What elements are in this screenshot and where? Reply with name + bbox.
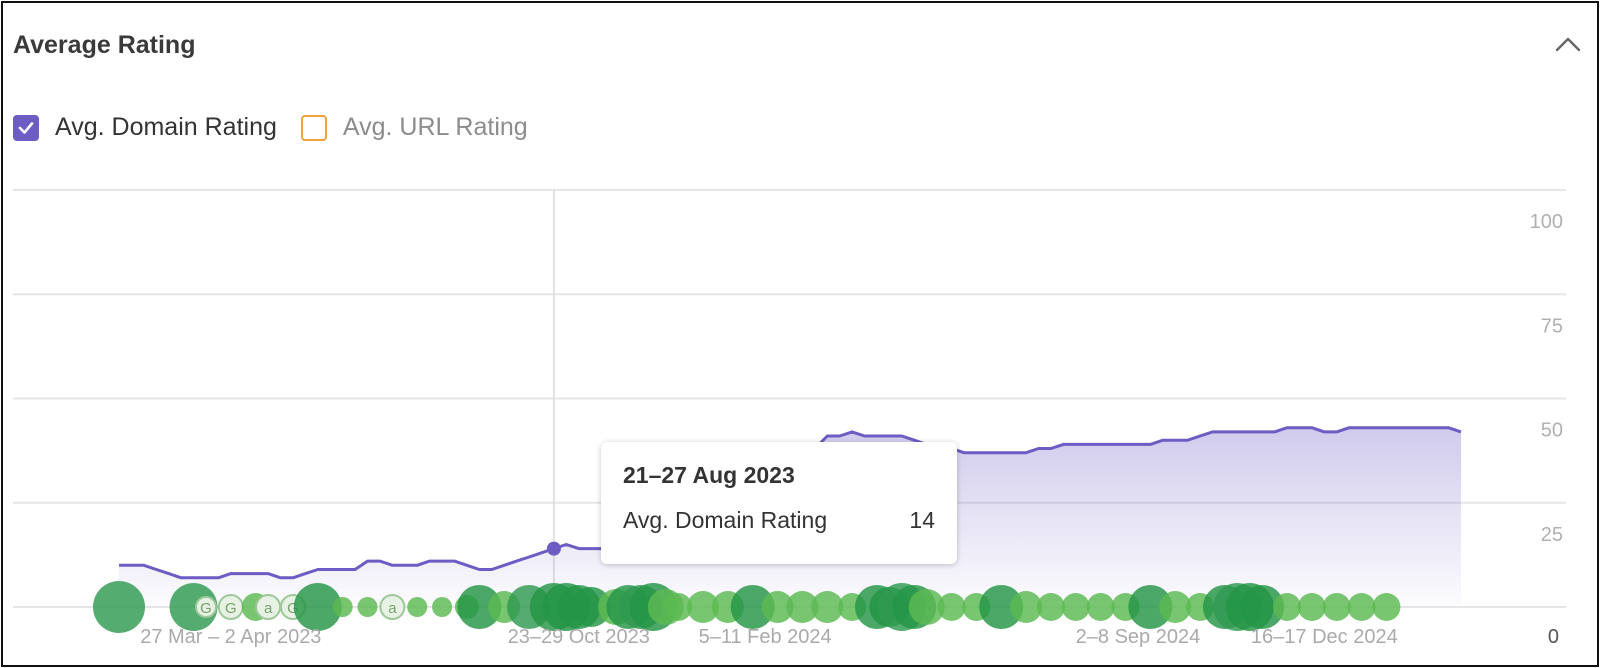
y-tick-label: 100 (1530, 211, 1563, 233)
y-tick-label: 25 (1541, 524, 1563, 546)
event-bubble (937, 593, 966, 621)
x-tick-label: 23–29 Oct 2023 (508, 626, 650, 648)
event-bubble (93, 581, 145, 633)
event-bubble (1347, 593, 1376, 621)
event-bubble (1061, 593, 1090, 621)
x-tick-label: 2–8 Sep 2024 (1076, 626, 1201, 648)
event-bubble (357, 597, 378, 617)
x-tick-label: 27 Mar – 2 Apr 2023 (140, 626, 321, 648)
rating-chart: 1007550250G Ga Ga27 Mar – 2 Apr 2023 23–29 … (13, 189, 1566, 648)
event-bubble (332, 597, 353, 617)
event-bubble (432, 597, 453, 617)
x-tick-label: 5–11 Feb 2024 (699, 626, 832, 648)
y-tick-label: 75 (1541, 315, 1563, 337)
event-bubble-mark: a (388, 600, 397, 617)
event-bubble (1036, 593, 1065, 621)
x-tick-label: 16–17 Dec 2024 (1251, 626, 1398, 648)
event-bubble-mark: G (200, 600, 212, 617)
tooltip-series-label: Avg. Domain Rating (623, 507, 828, 533)
highlight-point (546, 541, 561, 556)
event-bubble (407, 597, 428, 617)
event-bubble (1297, 593, 1326, 621)
y-tick-label: 0 (1548, 626, 1559, 648)
event-bubble (1372, 593, 1401, 621)
event-bubble (1322, 593, 1351, 621)
tooltip-series-value: 14 (909, 507, 935, 533)
event-bubble-mark: G (225, 600, 237, 617)
event-bubble-mark: a (264, 600, 273, 617)
chart-tooltip: 21–27 Aug 2023 Avg. Domain Rating 14 (601, 442, 957, 564)
event-bubble (1086, 593, 1115, 621)
tooltip-date: 21–27 Aug 2023 (623, 462, 795, 488)
average-rating-panel: Average Rating Avg. Domain Rating Avg. U… (1, 1, 1599, 667)
event-bubble (1273, 593, 1302, 621)
y-tick-label: 50 (1541, 420, 1563, 442)
